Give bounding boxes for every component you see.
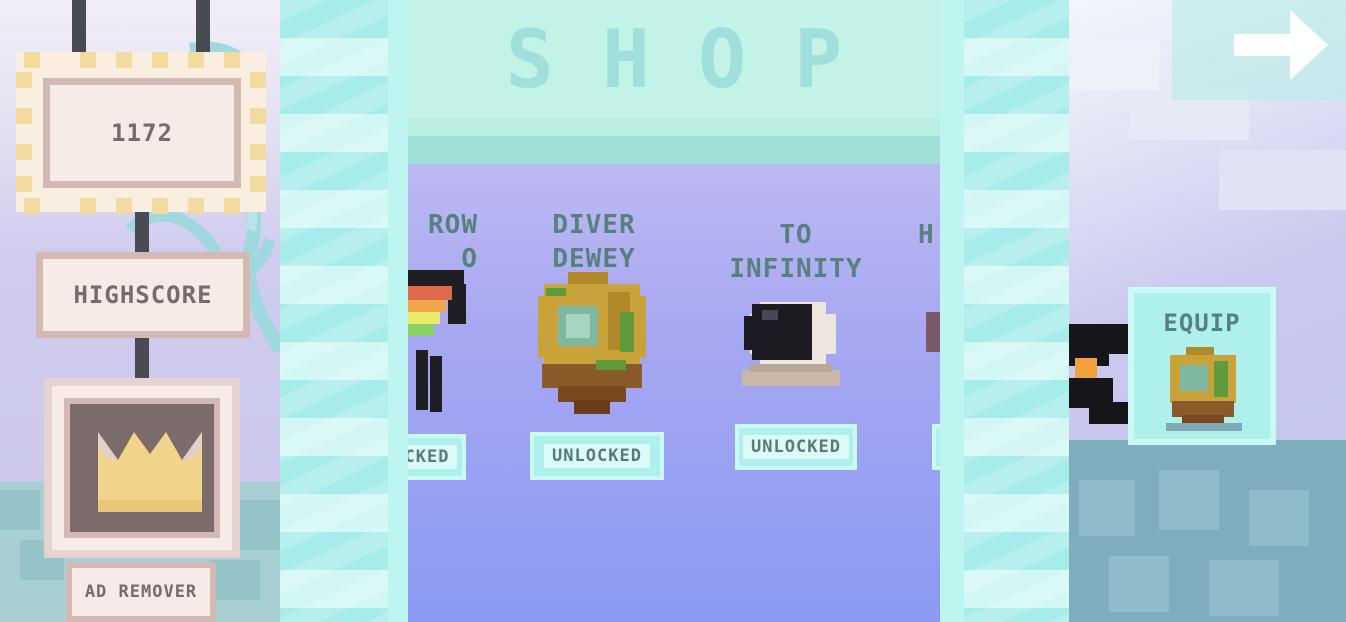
marquee-bulb bbox=[16, 72, 32, 88]
marquee-bulb bbox=[16, 144, 32, 160]
unlock-button[interactable]: CKED bbox=[408, 434, 466, 480]
highscore-label: HIGHSCORE bbox=[73, 281, 213, 309]
unlock-button[interactable] bbox=[932, 424, 940, 470]
shop-item[interactable]: H bbox=[918, 218, 940, 252]
score-value: 1172 bbox=[111, 119, 173, 147]
item-name: ROW O bbox=[428, 210, 478, 274]
marquee-bulb bbox=[224, 52, 240, 68]
marquee-bulb bbox=[250, 108, 266, 124]
diver-helmet-icon bbox=[538, 272, 646, 414]
shop-item[interactable]: ROW O bbox=[408, 208, 488, 276]
shop-header: SHOP bbox=[408, 0, 940, 118]
arrow-right-icon bbox=[1172, 0, 1346, 100]
crown-button[interactable] bbox=[44, 378, 240, 558]
marquee-bulb bbox=[16, 108, 32, 124]
marquee-bulb bbox=[24, 198, 40, 214]
unlock-label: UNLOCKED bbox=[544, 444, 650, 468]
shop-header-band bbox=[408, 118, 940, 164]
left-panel: 1172 HIGHSCORE AD REMOVER bbox=[0, 0, 280, 622]
marquee-bulb bbox=[24, 52, 40, 68]
unlock-button[interactable]: UNLOCKED bbox=[735, 424, 857, 470]
unlock-label: CKED bbox=[408, 445, 458, 469]
marquee-bulb bbox=[80, 198, 96, 214]
ad-remover-plate: AD REMOVER bbox=[72, 568, 210, 616]
marquee-bulb bbox=[188, 52, 204, 68]
crown-icon bbox=[98, 432, 202, 512]
marquee-bulb bbox=[250, 72, 266, 88]
next-arrow-button[interactable] bbox=[1172, 0, 1346, 100]
score-display: 1172 bbox=[43, 78, 241, 188]
marquee-bulb bbox=[116, 52, 132, 68]
highscore-button[interactable]: HIGHSCORE bbox=[36, 252, 250, 338]
crown-frame bbox=[64, 398, 220, 538]
column-edge bbox=[388, 0, 408, 622]
shop-title: SHOP bbox=[505, 12, 891, 106]
marquee-bulb bbox=[188, 198, 204, 214]
sign-pole bbox=[196, 0, 210, 60]
marquee-bulb bbox=[224, 198, 240, 214]
shop-item[interactable]: DIVER DEWEY bbox=[514, 208, 674, 276]
marquee-bulb bbox=[152, 198, 168, 214]
item-name: TO INFINITY bbox=[729, 220, 863, 284]
unlock-label: UNLOCKED bbox=[743, 435, 849, 459]
column-edge bbox=[940, 0, 964, 622]
ad-remover-label: AD REMOVER bbox=[84, 582, 198, 602]
diver-helmet-icon bbox=[1166, 347, 1242, 431]
marquee-bulb bbox=[80, 52, 96, 68]
astronaut-helmet-icon bbox=[742, 302, 840, 386]
marquee-bulb bbox=[16, 176, 32, 192]
item-name: H bbox=[918, 220, 935, 250]
shop-panel: SHOP ROW O CKED DIVER DEWEY UNLOCKED TO … bbox=[408, 0, 940, 622]
partial-item-icon bbox=[926, 312, 940, 352]
equip-label: EQUIP bbox=[1163, 309, 1241, 337]
rainbow-bird-icon bbox=[408, 270, 466, 412]
sign-pole bbox=[72, 0, 86, 60]
sign-pole bbox=[135, 336, 149, 382]
ad-remover-button[interactable]: AD REMOVER bbox=[66, 562, 216, 622]
equip-button[interactable]: EQUIP bbox=[1128, 287, 1276, 445]
marquee-bulb bbox=[152, 52, 168, 68]
marquee-bulb bbox=[116, 198, 132, 214]
unlock-button[interactable]: UNLOCKED bbox=[530, 432, 664, 480]
sign-pole bbox=[135, 210, 149, 256]
zigzag-column-right bbox=[964, 0, 1069, 622]
item-name: DIVER DEWEY bbox=[552, 210, 636, 274]
marquee-bulb bbox=[250, 176, 266, 192]
shop-item[interactable]: TO INFINITY bbox=[704, 218, 888, 286]
marquee-bulb bbox=[250, 144, 266, 160]
ground-rocks bbox=[1079, 470, 1309, 616]
